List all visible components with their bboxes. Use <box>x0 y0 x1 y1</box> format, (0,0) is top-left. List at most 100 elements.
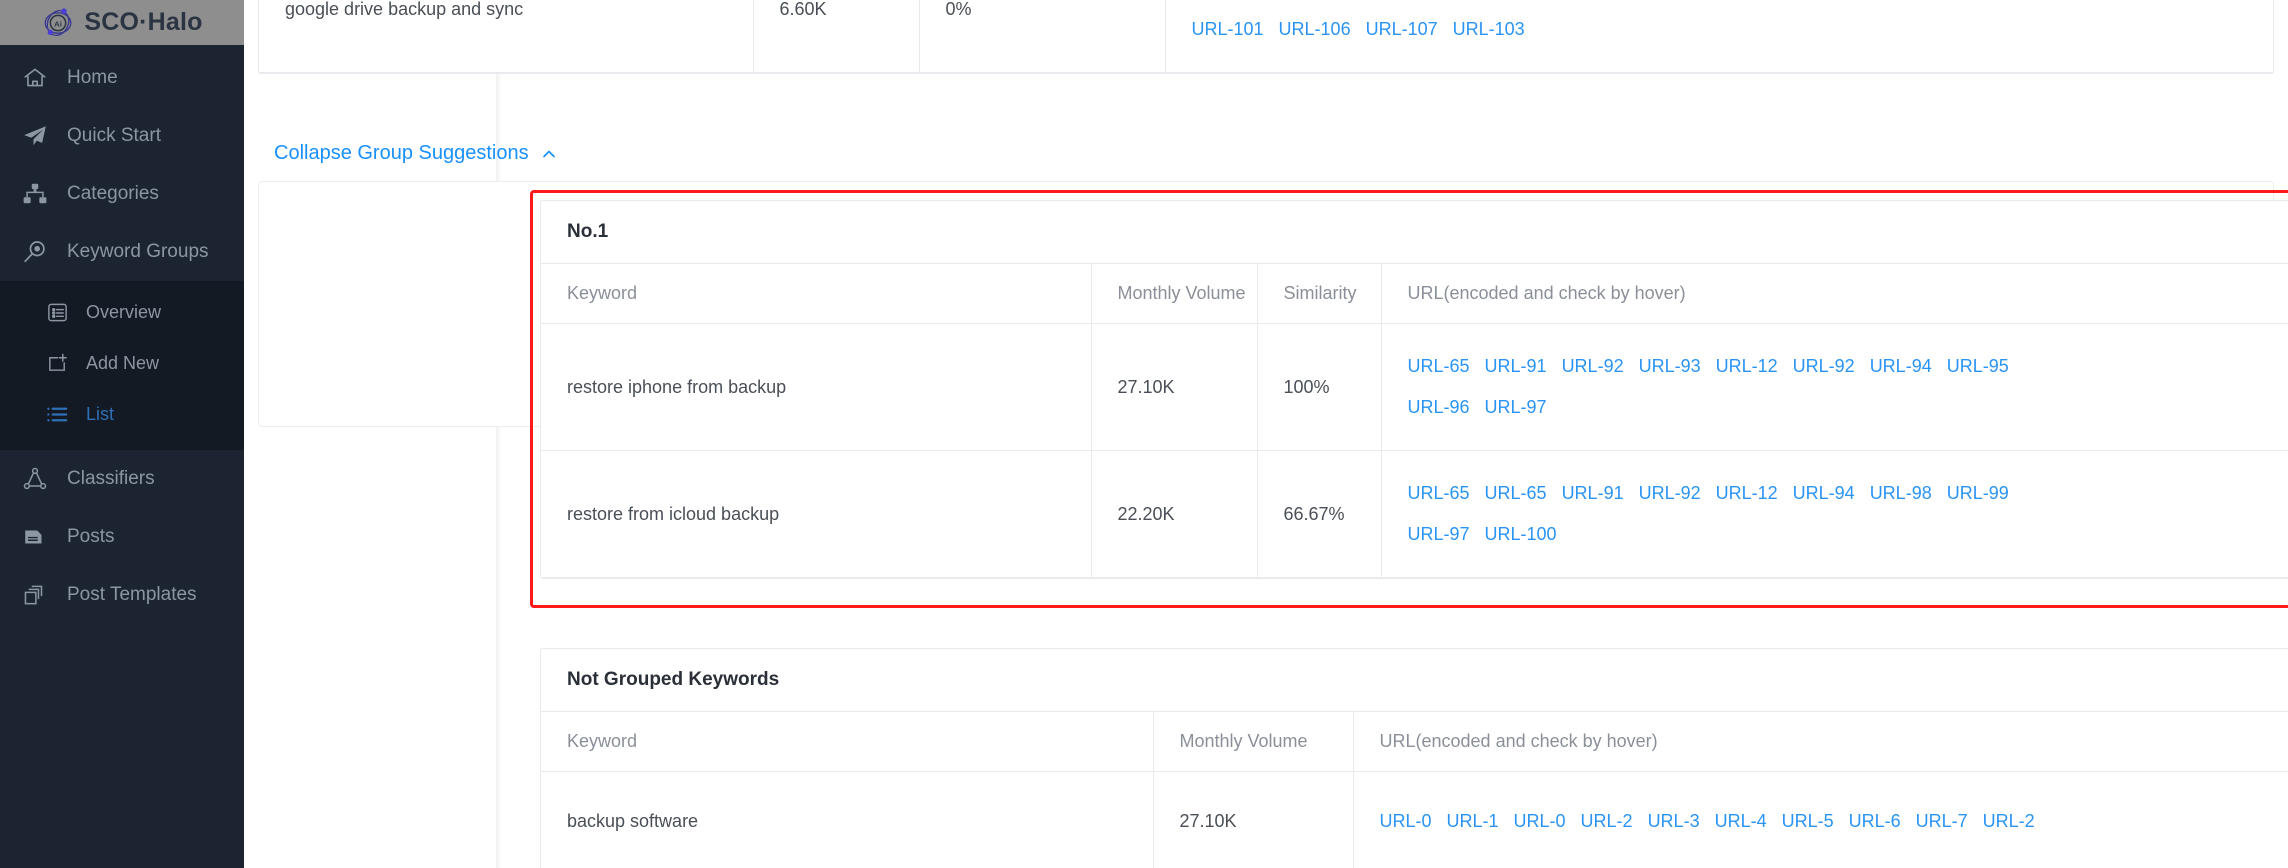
collapse-group-suggestions-label: Collapse Group Suggestions <box>274 142 529 164</box>
url-link[interactable]: URL-6 <box>1849 811 1901 831</box>
sidebar-item-home[interactable]: Home <box>0 49 244 107</box>
url-link[interactable]: URL-7 <box>1916 811 1968 831</box>
previous-group-table: google drive backup and sync 6.60K 0% UR… <box>244 0 2288 74</box>
main-content: google drive backup and sync 6.60K 0% UR… <box>244 0 2288 868</box>
col-similarity: Similarity <box>1257 264 1382 324</box>
sidebar-item-posts[interactable]: Posts <box>0 508 244 566</box>
url-link[interactable]: URL-106 <box>1279 19 1351 39</box>
url-link[interactable]: URL-92 <box>1639 483 1701 503</box>
url-link[interactable]: URL-12 <box>1716 483 1778 503</box>
svg-text:Ai: Ai <box>55 19 63 28</box>
cell-urls: URL-65 URL-65 URL-91 URL-92 URL-12 URL-94 URL-… <box>1381 450 2288 578</box>
url-link[interactable]: URL-93 <box>1639 356 1701 376</box>
list-box-icon <box>46 301 69 324</box>
paper-plane-icon <box>22 123 48 149</box>
ai-orbit-logo-icon: Ai <box>41 6 75 40</box>
url-link[interactable]: URL-107 <box>1366 19 1438 39</box>
url-link[interactable]: URL-91 <box>1485 356 1547 376</box>
url-link[interactable]: URL-5 <box>1782 811 1834 831</box>
layers-icon <box>22 582 48 608</box>
url-link[interactable]: URL-65 <box>1408 483 1470 503</box>
table-row[interactable]: google drive backup and sync 6.60K 0% UR… <box>259 0 2273 73</box>
sidebar-item-label: Overview <box>86 302 162 322</box>
sidebar-nav: Home Quick Start Categories Keyword Grou… <box>0 45 244 624</box>
cell-keyword: google drive backup and sync <box>259 0 754 73</box>
app-root: Ai SCO·Halo Home Quick Start Categories … <box>0 0 2288 868</box>
url-link[interactable]: URL-65 <box>1485 483 1547 503</box>
sidebar-item-label: Classifiers <box>67 468 155 489</box>
url-link[interactable]: URL-101 <box>1192 19 1264 39</box>
magnifier-key-icon <box>22 239 48 265</box>
url-link[interactable]: URL-2 <box>1983 811 2035 831</box>
brand-logo[interactable]: Ai SCO·Halo <box>0 0 244 45</box>
table-row[interactable]: restore iphone from backup 27.10K 100% U… <box>541 323 2288 451</box>
sidebar-item-post-templates[interactable]: Post Templates <box>0 566 244 624</box>
previous-group-card: google drive backup and sync 6.60K 0% UR… <box>258 0 2274 74</box>
brand-name: SCO·Halo <box>84 8 203 36</box>
url-link[interactable]: URL-97 <box>1485 397 1547 417</box>
not-grouped-card: Not Grouped Keywords Keyword Monthly Vol… <box>540 648 2288 868</box>
cell-similarity: 0% <box>919 0 1166 73</box>
url-link[interactable]: URL-91 <box>1562 483 1624 503</box>
sidebar-item-keyword-groups[interactable]: Keyword Groups <box>0 223 244 281</box>
cell-monthly-volume: 27.10K <box>1153 771 1354 868</box>
table-row[interactable]: backup software 27.10K URL-0 URL-1 URL-0 UR… <box>541 771 2288 868</box>
url-link[interactable]: URL-0 <box>1514 811 1566 831</box>
url-link[interactable]: URL-0 <box>1380 811 1432 831</box>
url-link[interactable]: URL-95 <box>1947 356 2009 376</box>
group-card-no1: No.1 Keyword Monthly Volume Similarity U… <box>540 200 2288 579</box>
sidebar: Ai SCO·Halo Home Quick Start Categories … <box>0 0 244 868</box>
sidebar-item-label: List <box>86 404 115 424</box>
sidebar-item-label: Post Templates <box>67 584 197 605</box>
url-link[interactable]: URL-4 <box>1715 811 1767 831</box>
col-urls: URL(encoded and check by hover) <box>1353 712 2288 772</box>
sidebar-item-categories[interactable]: Categories <box>0 165 244 223</box>
cell-keyword: restore iphone from backup <box>541 323 1092 451</box>
network-nodes-icon <box>22 466 48 492</box>
url-link[interactable]: URL-100 <box>1485 524 1557 544</box>
url-link[interactable]: URL-98 <box>1870 483 1932 503</box>
add-frame-icon <box>46 352 69 375</box>
col-monthly-volume: Monthly Volume <box>1153 712 1354 772</box>
sidebar-item-label: Quick Start <box>67 125 161 146</box>
sidebar-item-label: Posts <box>67 526 115 547</box>
table-header-row: Keyword Monthly Volume URL(encoded and c… <box>541 712 2288 772</box>
cell-urls: URL-94URL-101URL-102URL-105URL-104URL-10… <box>1165 0 2273 73</box>
url-link[interactable]: URL-94 <box>1870 356 1932 376</box>
sidebar-item-quick-start[interactable]: Quick Start <box>0 107 244 165</box>
url-link[interactable]: URL-94 <box>1793 483 1855 503</box>
url-link[interactable]: URL-3 <box>1648 811 1700 831</box>
not-grouped-table: Keyword Monthly Volume URL(encoded and c… <box>541 712 2288 868</box>
cell-keyword: restore from icloud backup <box>541 450 1092 578</box>
url-link[interactable]: URL-65 <box>1408 356 1470 376</box>
cell-monthly-volume: 27.10K <box>1091 323 1258 451</box>
url-link[interactable]: URL-92 <box>1793 356 1855 376</box>
sidebar-item-label: Add New <box>86 353 160 373</box>
sitemap-icon <box>22 181 48 207</box>
url-link[interactable]: URL-99 <box>1947 483 2009 503</box>
not-grouped-title: Not Grouped Keywords <box>541 649 2288 712</box>
bullet-list-icon <box>46 403 69 426</box>
table-row[interactable]: restore from icloud backup 22.20K 66.67%… <box>541 450 2288 578</box>
sidebar-item-add-new[interactable]: Add New <box>0 338 244 389</box>
cell-urls: URL-65 URL-91 URL-92 URL-93 URL-12 URL-92 URL-… <box>1381 323 2288 451</box>
url-link[interactable]: URL-92 <box>1562 356 1624 376</box>
url-link[interactable]: URL-1 <box>1447 811 1499 831</box>
url-link[interactable]: URL-2 <box>1581 811 1633 831</box>
sidebar-item-list[interactable]: List <box>0 389 244 440</box>
cell-monthly-volume: 6.60K <box>753 0 920 73</box>
group-title: No.1 <box>541 201 2288 264</box>
url-link[interactable]: URL-12 <box>1716 356 1778 376</box>
sidebar-item-label: Home <box>67 67 118 88</box>
url-link[interactable]: URL-103 <box>1453 19 1525 39</box>
url-link[interactable]: URL-96 <box>1408 397 1470 417</box>
sidebar-item-overview[interactable]: Overview <box>0 287 244 338</box>
cell-similarity: 100% <box>1257 323 1382 451</box>
url-link[interactable]: URL-97 <box>1408 524 1470 544</box>
collapse-group-suggestions-toggle[interactable]: Collapse Group Suggestions <box>244 142 557 165</box>
col-keyword: Keyword <box>541 264 1092 324</box>
cell-urls: URL-0 URL-1 URL-0 URL-2 URL-3 URL-4 URL-5 URL-6… <box>1353 771 2288 868</box>
content-edge-shadow <box>496 0 502 868</box>
sidebar-item-classifiers[interactable]: Classifiers <box>0 450 244 508</box>
home-icon <box>22 65 48 91</box>
